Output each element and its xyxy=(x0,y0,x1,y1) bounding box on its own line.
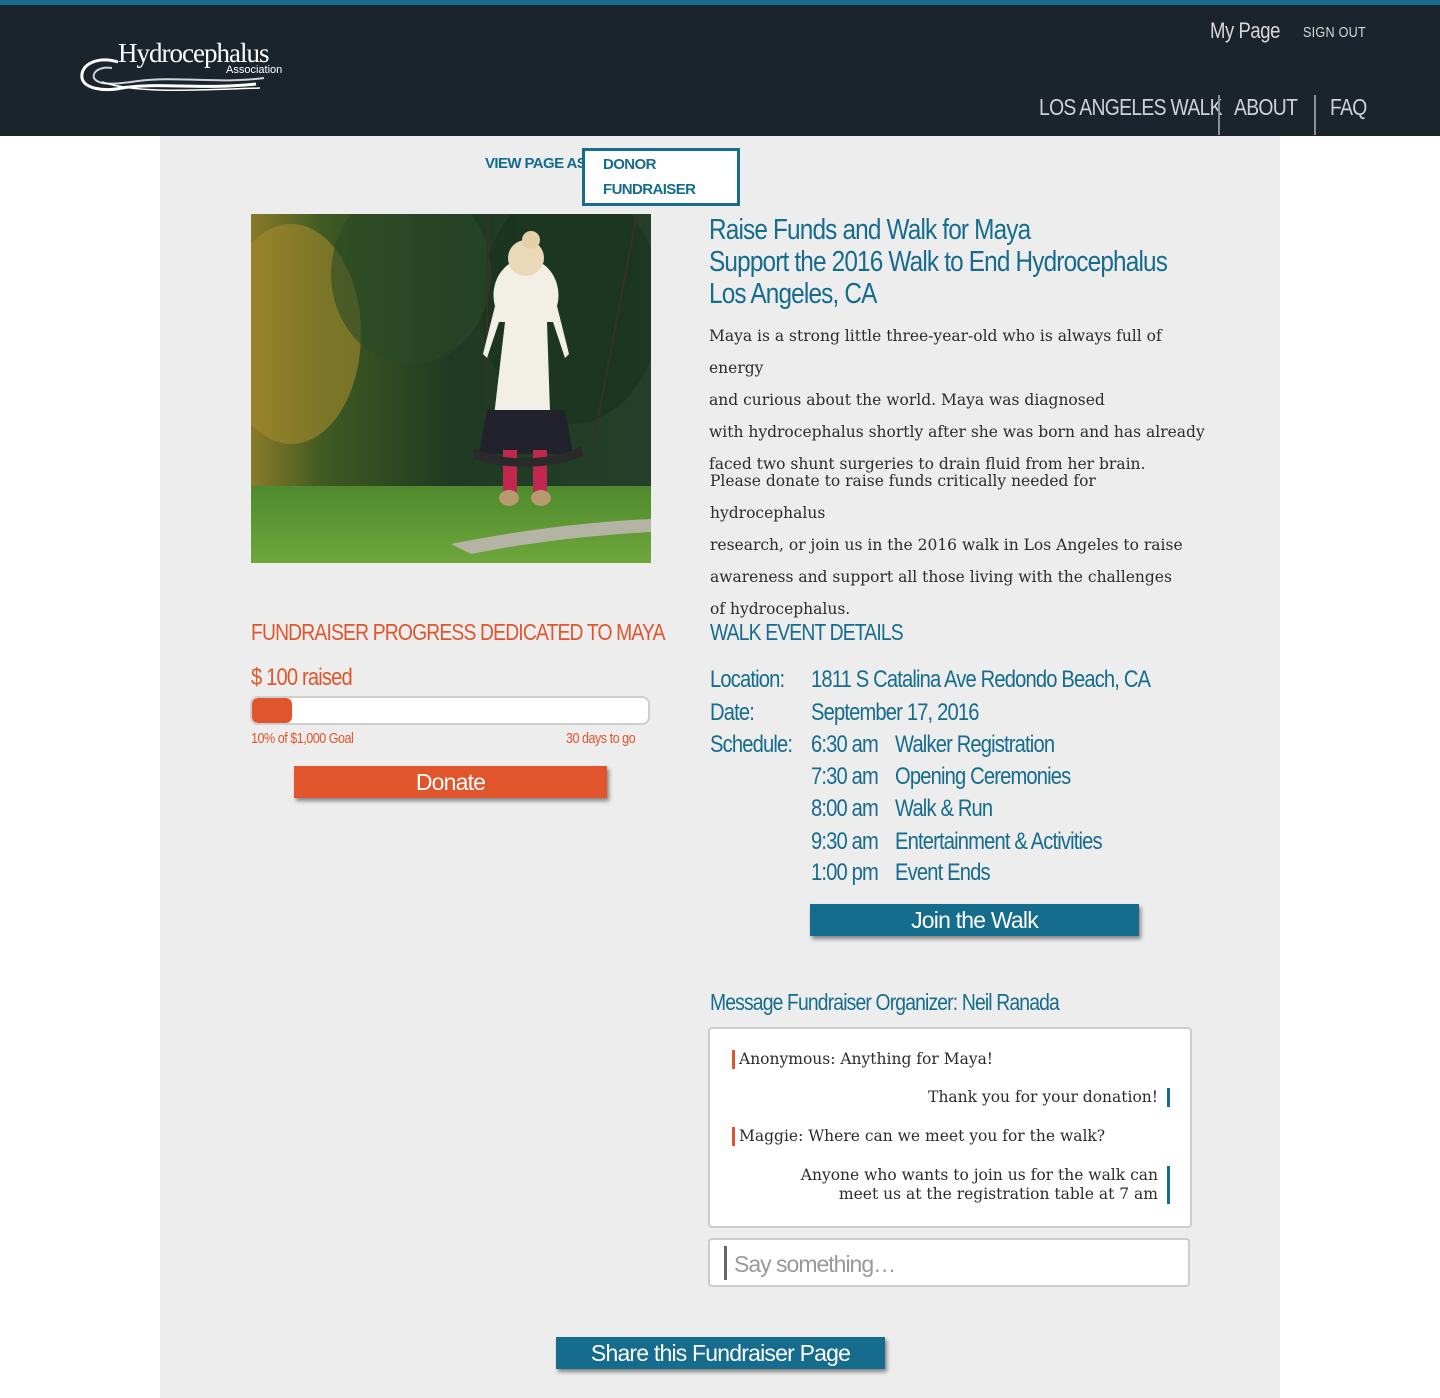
donate-button[interactable]: Donate xyxy=(294,766,607,798)
message-text: Thank you for your donation! xyxy=(928,1088,1158,1106)
story-line: and curious about the world. Maya was di… xyxy=(709,391,1105,409)
nav-los-angeles-walk[interactable]: LOS ANGELES WALK xyxy=(1039,94,1223,121)
page-title-line-1: Raise Funds and Walk for Maya xyxy=(709,214,1031,246)
message-thread[interactable]: Anonymous: Anything for Maya! Thank you … xyxy=(708,1027,1192,1228)
date-label: Date: xyxy=(710,699,755,726)
text-cursor xyxy=(724,1246,727,1280)
nav-faq[interactable]: FAQ xyxy=(1330,94,1367,121)
location-label: Location: xyxy=(710,666,785,693)
story-line: awareness and support all those living w… xyxy=(710,568,1172,586)
progress-heading: FUNDRAISER PROGRESS DEDICATED TO MAYA xyxy=(251,619,666,645)
story-paragraph-1: Maya is a strong little three-year-old w… xyxy=(709,320,1209,480)
message-text: meet us at the registration table at 7 a… xyxy=(838,1185,1158,1203)
amount-raised: $ 100 raised xyxy=(251,664,353,691)
progress-bar-fill xyxy=(252,698,292,723)
schedule-label: Schedule: xyxy=(710,731,793,758)
schedule-event: Event Ends xyxy=(895,859,991,886)
location-value: 1811 S Catalina Ave Redondo Beach, CA xyxy=(811,666,1151,693)
story-line: Please donate to raise funds critically … xyxy=(710,472,1096,522)
schedule-time: 7:30 am xyxy=(811,763,879,790)
date-value: September 17, 2016 xyxy=(811,699,979,726)
view-as-donor-option[interactable]: DONOR xyxy=(603,156,656,173)
hydrocephalus-logo[interactable]: Hydrocephalus Association xyxy=(78,38,288,98)
message-text: Anonymous: Anything for Maya! xyxy=(739,1050,994,1068)
message-text: Maggie: Where can we meet you for the wa… xyxy=(739,1127,1106,1145)
nav-about[interactable]: ABOUT xyxy=(1234,94,1298,121)
schedule-event: Walker Registration xyxy=(895,731,1055,758)
view-as-fundraiser-option[interactable]: FUNDRAISER xyxy=(603,181,696,198)
message-organizer-heading: Message Fundraiser Organizer: Neil Ranad… xyxy=(710,989,1060,1015)
fundraiser-photo xyxy=(251,214,651,563)
story-line: with hydrocephalus shortly after she was… xyxy=(709,423,1205,441)
page-title-line-3: Los Angeles, CA xyxy=(709,278,877,310)
sign-out-link[interactable]: SIGN OUT xyxy=(1303,24,1366,41)
view-as-selector[interactable]: DONOR FUNDRAISER xyxy=(582,148,740,206)
message-composer[interactable] xyxy=(708,1238,1190,1287)
schedule-time: 6:30 am xyxy=(811,731,879,758)
logo-subtitle: Association xyxy=(226,64,283,76)
nav-divider xyxy=(1314,95,1316,135)
view-as-label: VIEW PAGE AS: xyxy=(485,155,591,172)
schedule-event: Walk & Run xyxy=(895,795,993,822)
nav-divider xyxy=(1218,95,1220,135)
message-outgoing: Anyone who wants to join us for the walk… xyxy=(801,1166,1170,1204)
message-input[interactable] xyxy=(732,1244,1176,1284)
message-incoming: Anonymous: Anything for Maya! xyxy=(732,1050,993,1069)
message-incoming: Maggie: Where can we meet you for the wa… xyxy=(732,1127,1105,1146)
schedule-event: Entertainment & Activities xyxy=(895,828,1103,855)
progress-bar xyxy=(250,696,650,725)
share-page-button[interactable]: Share this Fundraiser Page xyxy=(556,1337,885,1369)
message-text: Anyone who wants to join us for the walk… xyxy=(800,1166,1158,1184)
walk-details-heading: WALK EVENT DETAILS xyxy=(710,619,904,645)
days-remaining: 30 days to go xyxy=(566,730,636,747)
message-outgoing: Thank you for your donation! xyxy=(928,1088,1170,1107)
schedule-time: 1:00 pm xyxy=(811,859,879,886)
page-title-line-2: Support the 2016 Walk to End Hydrocephal… xyxy=(709,246,1168,278)
story-line: Maya is a strong little three-year-old w… xyxy=(709,327,1162,377)
goal-text: 10% of $1,000 Goal xyxy=(251,730,354,747)
schedule-time: 9:30 am xyxy=(811,828,879,855)
story-line: research, or join us in the 2016 walk in… xyxy=(710,536,1183,554)
join-walk-button[interactable]: Join the Walk xyxy=(810,904,1139,936)
schedule-event: Opening Ceremonies xyxy=(895,763,1071,790)
my-page-link[interactable]: My Page xyxy=(1210,18,1280,44)
story-paragraph-2: Please donate to raise funds critically … xyxy=(710,465,1210,625)
schedule-time: 8:00 am xyxy=(811,795,879,822)
